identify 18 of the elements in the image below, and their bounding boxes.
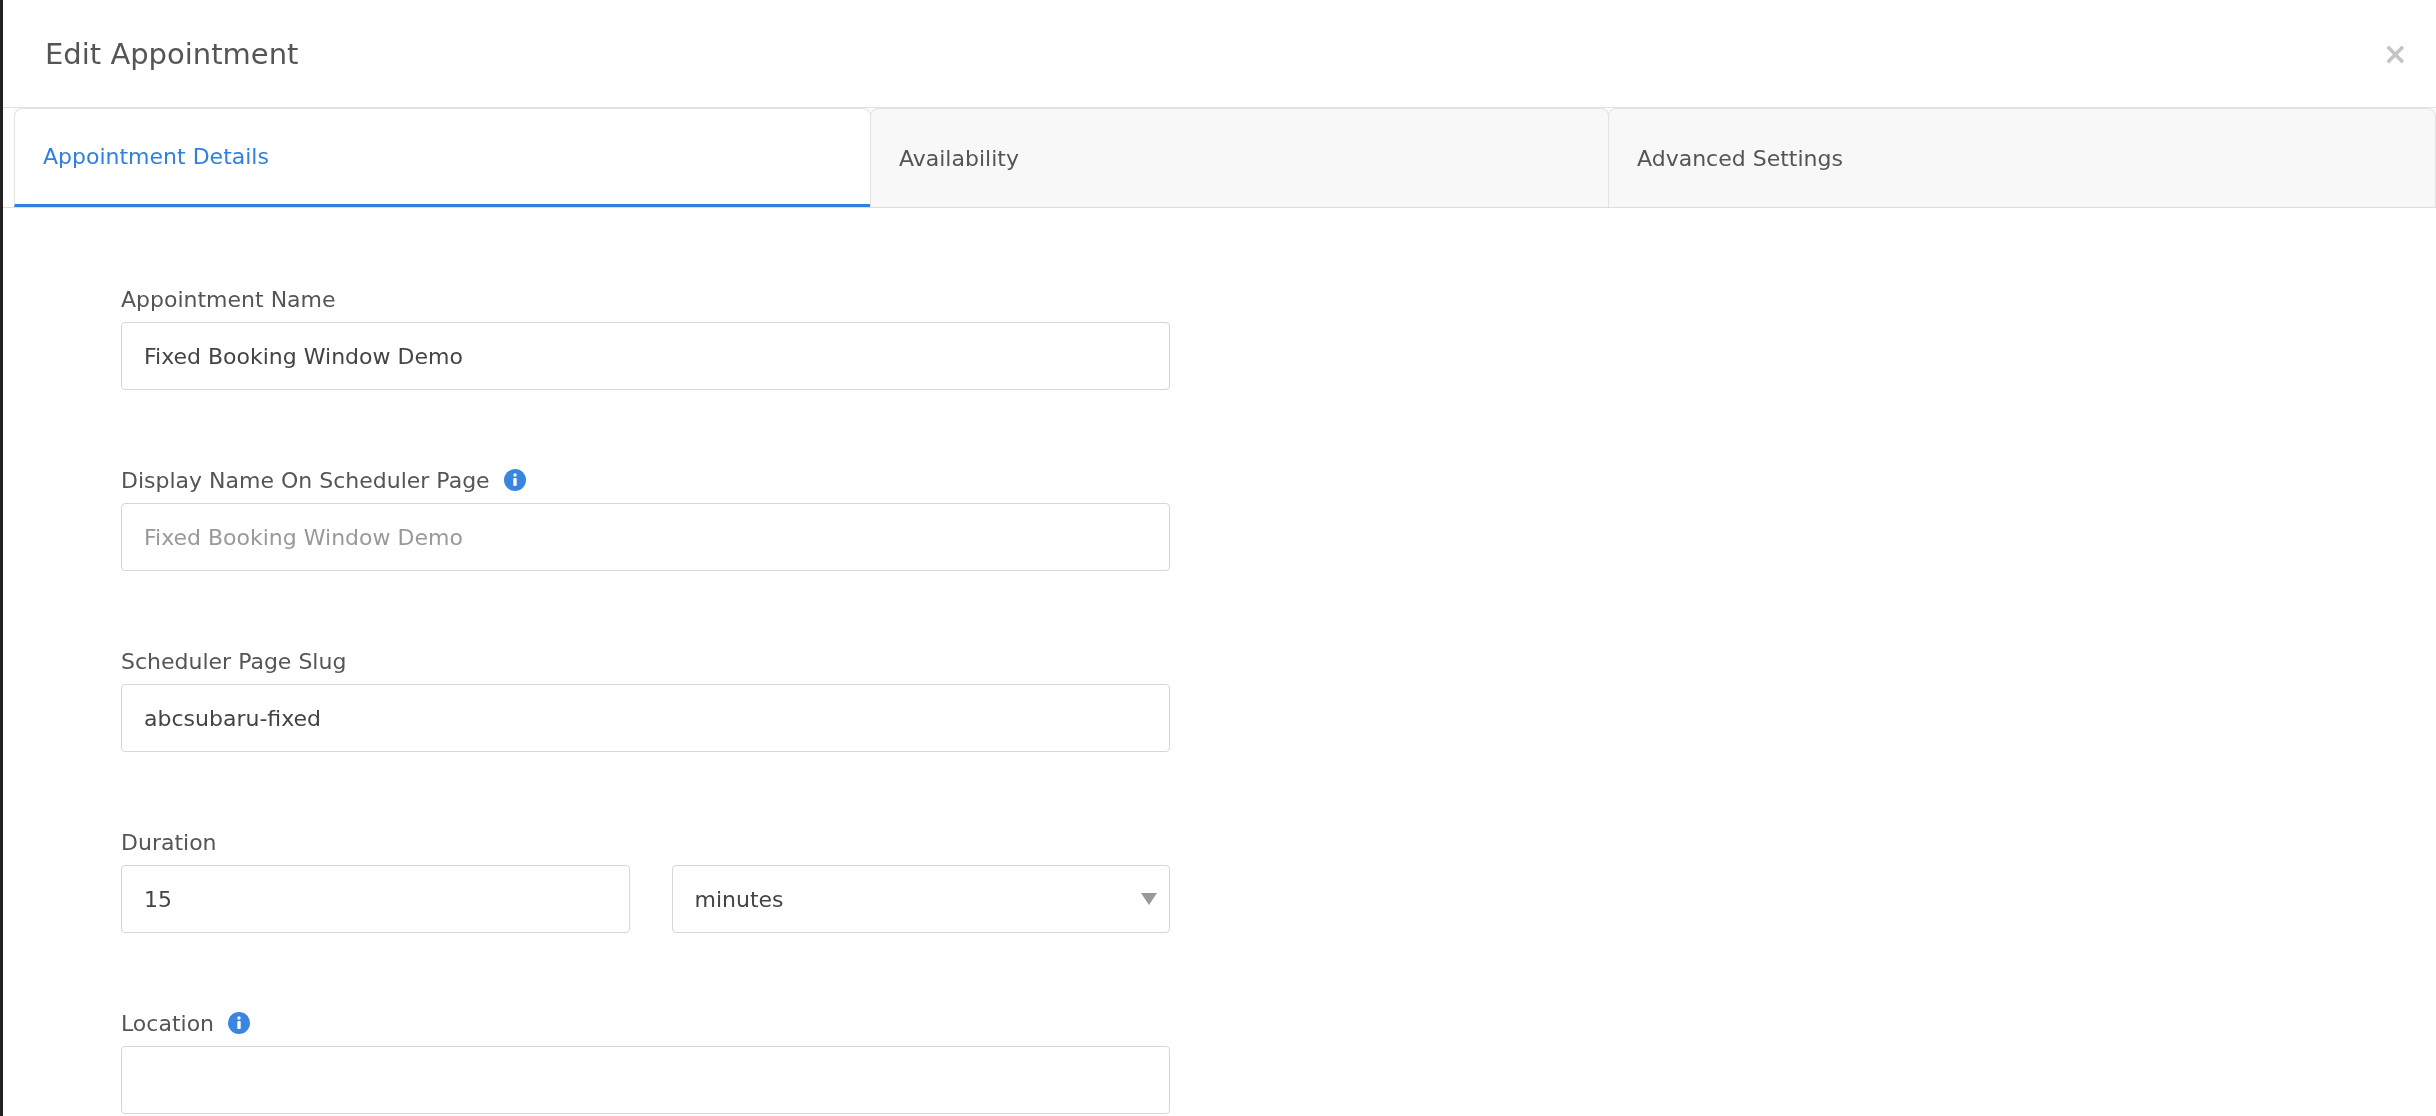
field-label: Scheduler Page Slug [121,648,347,674]
field-label: Location [121,1010,215,1036]
tab[interactable]: Appointment Details [14,108,871,207]
dialog-title: Edit Appointment [45,36,299,71]
tab[interactable]: Advanced Settings [1608,108,2436,207]
unit-dropdown[interactable]: minutes [671,865,1170,933]
field-label: Display Name On Scheduler Page [121,467,490,493]
input-field[interactable] [121,1046,1170,1114]
input-field[interactable]: 15 [121,865,630,933]
input-field[interactable]: abcsubaru-fixed [121,684,1170,752]
info-icon[interactable] [503,469,526,491]
input-field[interactable]: Fixed Booking Window Demo [121,503,1170,571]
tab[interactable]: Availability [870,108,1609,207]
field-label: Appointment Name [121,286,336,312]
info-icon[interactable] [228,1012,251,1034]
input-field[interactable]: Fixed Booking Window Demo [121,322,1170,390]
field-label: Duration [121,829,217,855]
caret-icon [1141,893,1157,905]
